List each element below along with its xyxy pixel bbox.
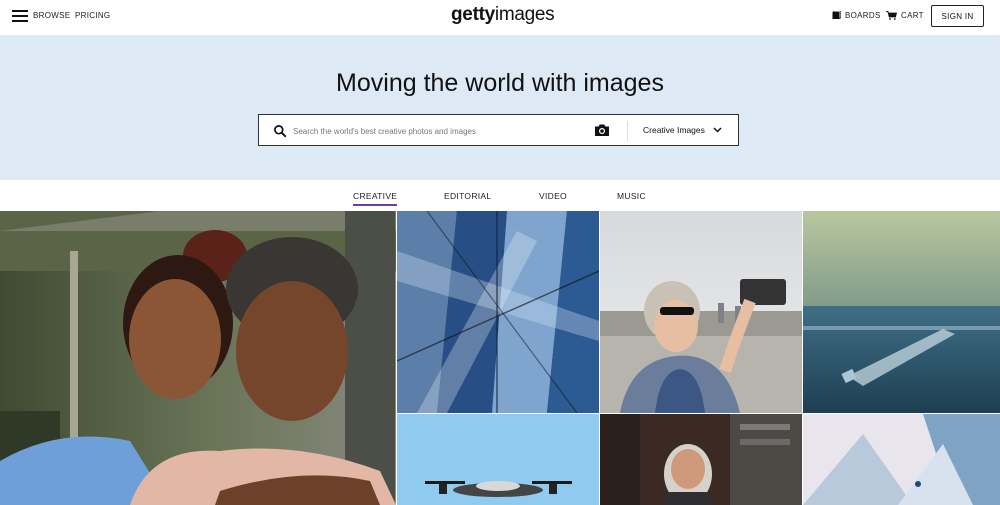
search-bar: Creative Images (258, 114, 739, 146)
tab-editorial[interactable]: EDITORIAL (444, 191, 491, 201)
pricing-link[interactable]: PRICING (75, 11, 110, 20)
tab-creative[interactable]: CREATIVE (353, 191, 398, 206)
search-divider (627, 121, 628, 141)
women-hug-photo (0, 211, 396, 505)
bearded-man-photo (600, 414, 802, 505)
search-icon[interactable] (273, 124, 287, 138)
logo-light-text: images (494, 4, 555, 25)
hero-banner: Moving the world with images Creative Im… (0, 35, 1000, 180)
search-input[interactable] (293, 120, 583, 142)
logo-bold-text: getty (451, 4, 495, 25)
tab-music[interactable]: MUSIC (617, 191, 646, 201)
selfie-photo (600, 211, 802, 413)
image-tile-women-hug[interactable] (0, 211, 396, 505)
image-tile-ice-climber[interactable] (803, 414, 1000, 505)
top-header: BROWSE PRICING gettyimages BOARDS CART S… (0, 0, 1000, 34)
tab-video[interactable]: VIDEO (539, 191, 567, 201)
boards-label: BOARDS (845, 11, 881, 20)
getty-logo[interactable]: gettyimages (451, 4, 555, 26)
image-tile-architecture[interactable] (397, 211, 599, 413)
hero-title: Moving the world with images (336, 69, 664, 97)
image-tile-drone[interactable] (397, 414, 599, 505)
image-grid (0, 211, 1000, 505)
search-scope-dropdown[interactable]: Creative Images (643, 115, 722, 145)
search-scope-label: Creative Images (643, 125, 705, 135)
cart-icon (886, 11, 897, 20)
boards-link[interactable]: BOARDS (832, 11, 881, 20)
camera-icon[interactable] (594, 123, 610, 137)
hamburger-icon[interactable] (12, 10, 28, 22)
chevron-down-icon (713, 127, 722, 133)
boards-icon (832, 11, 841, 19)
drone-photo (397, 414, 599, 505)
sign-in-button[interactable]: SIGN IN (931, 5, 984, 27)
cart-link[interactable]: CART (886, 11, 924, 20)
bottle-sea-photo (803, 211, 1000, 413)
content-tabs: CREATIVE EDITORIAL VIDEO MUSIC (0, 180, 1000, 211)
image-tile-selfie[interactable] (600, 211, 802, 413)
ice-climber-photo (803, 414, 1000, 505)
cart-label: CART (901, 11, 924, 20)
image-tile-bearded-man[interactable] (600, 414, 802, 505)
architecture-photo (397, 211, 599, 413)
browse-link[interactable]: BROWSE (33, 11, 70, 20)
image-tile-bottle-sea[interactable] (803, 211, 1000, 413)
